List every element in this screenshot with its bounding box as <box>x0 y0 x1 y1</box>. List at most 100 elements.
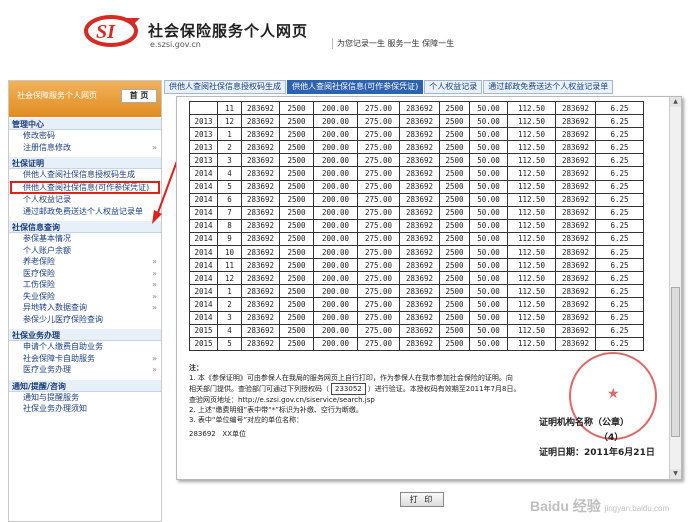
table-cell: 6 <box>217 192 242 207</box>
table-cell: 283692 <box>399 100 440 116</box>
note-line-2a: 相关部门提供。查验部门可通过下列授权码（ <box>189 385 329 393</box>
table-cell: 283692 <box>555 218 596 233</box>
table-cell: 50.00 <box>469 297 508 312</box>
sidebar-header-label: 社会保障服务个人网页 <box>17 91 97 100</box>
auth-code: 233052 <box>331 383 366 395</box>
table-cell: 50.00 <box>469 100 508 116</box>
scroll-down-icon[interactable]: ▼ <box>670 469 681 479</box>
sidebar-item[interactable]: 医疗业务办理 » <box>9 364 161 376</box>
note-line-4: 2. 上述“缴费明细”表中带“*”标识为补缴、空行为断缴。 <box>189 406 363 414</box>
table-cell: 283692 <box>241 284 280 299</box>
table-cell: 283692 <box>555 245 596 260</box>
sidebar-item[interactable]: 社会保障卡自助服务 » <box>9 353 161 365</box>
sidebar-item[interactable]: 工伤保险 » <box>9 279 161 291</box>
sidebar-item[interactable]: 申请个人缴费自助业务 <box>9 341 161 353</box>
table-cell: 2500 <box>439 114 470 129</box>
sidebar-item[interactable]: 异地转入数据查询 » <box>9 302 161 314</box>
sidebar-item[interactable]: 医疗保险 » <box>9 268 161 280</box>
sidebar-item[interactable]: 修改密码 <box>9 130 161 142</box>
sidebar-item[interactable]: 个人账户余额 <box>9 245 161 257</box>
contribution-table: 11 283692 2500 200.00 275.00 283692 2500 50.00 1… <box>189 100 644 351</box>
table-cell: 2500 <box>439 284 470 299</box>
table-row: 2013 2 283692 2500 200.00 275.00 283692 2500 50.… <box>189 140 644 155</box>
sidebar-item[interactable]: 失业保险 » <box>9 291 161 303</box>
table-cell: 50.00 <box>469 205 508 220</box>
table-cell: 2014 <box>189 231 218 247</box>
sidebar-item[interactable]: 供他人查阅社保信息授权码生成 <box>9 169 161 181</box>
table-cell: 275.00 <box>357 271 400 286</box>
scroll-up-icon[interactable]: ▲ <box>670 97 681 107</box>
home-button[interactable]: 首 页 <box>121 89 157 103</box>
table-cell: 112.50 <box>507 284 556 299</box>
sidebar-item[interactable]: 通知与提醒服务 <box>9 392 161 404</box>
sidebar-item[interactable]: 社保业务办理须知 <box>9 403 161 415</box>
table-cell: 2500 <box>279 192 314 207</box>
table-cell: 283692 <box>555 153 596 168</box>
table-cell: 275.00 <box>357 166 400 181</box>
sidebar-item-label: 供他人查阅社保信息(可作参保凭证) <box>23 182 150 192</box>
table-row: 2013 3 283692 2500 200.00 275.00 283692 2500 50.… <box>189 153 644 168</box>
table-cell: 112.50 <box>507 323 556 338</box>
table-cell: 112.50 <box>507 258 556 273</box>
sidebar-item[interactable]: 供他人查阅社保信息(可作参保凭证) <box>10 180 160 194</box>
sidebar-item[interactable]: 参保基本情况 <box>9 233 161 245</box>
scroll-thumb[interactable] <box>671 287 680 437</box>
table-cell: 2500 <box>279 140 314 155</box>
sidebar-item[interactable]: 参保少儿医疗保险查询 <box>9 314 161 326</box>
table-cell: 2500 <box>279 323 314 338</box>
sidebar-item-label: 医疗业务办理 <box>23 365 71 374</box>
table-cell: 112.50 <box>507 140 556 155</box>
tab[interactable]: 通过邮政免费送达个人权益记录单 <box>483 80 614 94</box>
table-cell: 283692 <box>241 100 280 116</box>
cert-date: 证明日期：2011年6月21日 <box>539 448 655 458</box>
table-cell: 6.25 <box>595 245 644 260</box>
sidebar-item-label: 通过邮政免费送达个人权益记录单 <box>23 206 143 216</box>
table-cell: 283692 <box>399 258 440 273</box>
table-cell: 283692 <box>399 192 440 207</box>
table-cell: 2500 <box>279 258 314 273</box>
table-cell: 6.25 <box>595 179 644 194</box>
table-row: 2013 12 283692 2500 200.00 275.00 283692 2500 50… <box>189 114 644 129</box>
sidebar-item[interactable]: 个人权益记录 <box>9 194 161 206</box>
table-row: 2014 3 283692 2500 200.00 275.00 283692 2500 50.… <box>189 310 644 325</box>
table-cell: 2500 <box>439 205 470 220</box>
table-cell: 2015 <box>189 323 218 338</box>
table-cell: 6.25 <box>595 231 644 247</box>
table-cell: 6.25 <box>595 140 644 155</box>
table-cell: 283692 <box>555 323 596 338</box>
tab[interactable]: 供他人查阅社保信息授权码生成 <box>164 80 286 94</box>
vertical-scrollbar[interactable]: ▲ ▼ <box>669 97 681 479</box>
print-button[interactable]: 打 印 <box>400 492 444 507</box>
table-cell: 2014 <box>189 179 218 194</box>
table-cell: 2014 <box>189 192 218 207</box>
watermark: Baidu 经验 jingyan.baidu.com <box>530 496 669 516</box>
table-cell: 283692 <box>399 336 440 351</box>
table-row: 2014 7 283692 2500 200.00 275.00 283692 2500 50.… <box>189 205 644 220</box>
table-row: 2014 8 283692 2500 200.00 275.00 283692 2500 50.… <box>189 218 644 233</box>
chevron-right-icon: » <box>152 268 157 278</box>
table-cell: 283692 <box>241 153 280 168</box>
table-cell: 2500 <box>439 336 470 351</box>
sidebar-item[interactable]: 养老保险 » <box>9 256 161 268</box>
table-cell: 200.00 <box>313 231 358 247</box>
table-cell: 2500 <box>279 297 314 312</box>
table-cell: 283692 <box>241 245 280 260</box>
sidebar-item[interactable]: 注册信息修改» <box>9 142 161 154</box>
cert-org-label: 证明机构名称（公章） <box>539 418 630 428</box>
table-cell: 2014 <box>189 310 218 325</box>
table-cell: 283692 <box>241 192 280 207</box>
sidebar-item[interactable]: 通过邮政免费送达个人权益记录单 <box>9 206 161 218</box>
table-cell: 2014 <box>189 284 218 299</box>
tab[interactable]: 个人权益记录 <box>424 80 483 94</box>
sidebar: 社会保障服务个人网页 首 页 管理中心 修改密码 注册信息修改» 社保证明 供他人查阅社… <box>8 80 162 522</box>
chevron-right-icon: » <box>152 365 157 374</box>
tab[interactable]: 供他人查阅社保信息(可作参保凭证) <box>287 80 424 94</box>
table-cell: 2500 <box>439 127 470 142</box>
table-cell: 6.25 <box>595 323 644 338</box>
table-cell: 283692 <box>241 323 280 338</box>
sidebar-item-label: 通知与提醒服务 <box>23 392 79 402</box>
si-logo-icon: SI <box>84 15 140 47</box>
chevron-right-icon: » <box>152 291 157 301</box>
table-row: 2014 9 283692 2500 200.00 275.00 283692 2500 50.… <box>189 231 644 247</box>
table-cell: 283692 <box>555 258 596 273</box>
